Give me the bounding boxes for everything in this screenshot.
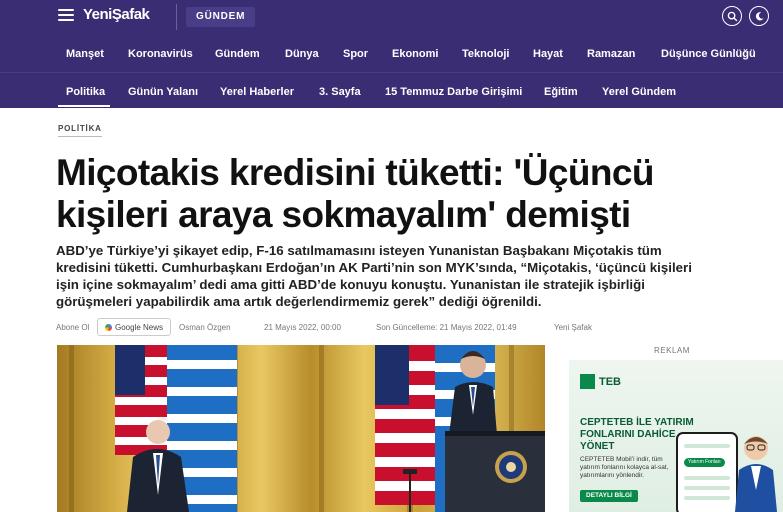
- author-name[interactable]: Osman Özgen: [179, 323, 231, 332]
- nav-item-gundem[interactable]: Gündem: [215, 34, 260, 72]
- nav-item-koronavirus[interactable]: Koronavirüs: [128, 34, 193, 72]
- article-source: Yeni Şafak: [554, 323, 592, 332]
- moon-icon[interactable]: [749, 6, 769, 26]
- follow-label: Abone Ol: [56, 323, 90, 332]
- subnav-item-egitim[interactable]: Eğitim: [544, 73, 578, 109]
- primary-nav: Manşet Koronavirüs Gündem Dünya Spor Eko…: [0, 34, 783, 72]
- google-news-label: Google News: [115, 322, 164, 332]
- mascot-illustration: [735, 436, 777, 512]
- subnav-item-15-temmuz[interactable]: 15 Temmuz Darbe Girişimi: [385, 73, 522, 109]
- ad-cta-button[interactable]: DETAYLI BİLGİ: [580, 490, 638, 502]
- article-title: Miçotakis kredisini tüketti: 'Üçüncü kiş…: [56, 152, 654, 235]
- nav-item-hayat[interactable]: Hayat: [533, 34, 563, 72]
- publish-date: 21 Mayıs 2022, 00:00: [264, 323, 341, 332]
- site-logo[interactable]: YeniŞafak: [83, 6, 150, 23]
- nav-item-dunya[interactable]: Dünya: [285, 34, 319, 72]
- subnav-item-politika[interactable]: Politika: [66, 73, 105, 109]
- article-category[interactable]: POLİTİKA: [58, 124, 102, 137]
- menu-icon[interactable]: [58, 9, 74, 23]
- article-meta: Abone Ol Google News Osman Özgen 21 Mayı…: [56, 318, 756, 336]
- nav-item-ekonomi[interactable]: Ekonomi: [392, 34, 438, 72]
- nav-active-indicator: [0, 34, 783, 36]
- nav-item-teknoloji[interactable]: Teknoloji: [462, 34, 509, 72]
- teb-brand: TEB: [599, 375, 621, 388]
- header-divider: [176, 4, 177, 30]
- photo-illustration: [69, 345, 545, 512]
- phone-tag: Yatırım Fonları: [684, 458, 725, 467]
- article-summary: ABD’ye Türkiye’yi şikayet edip, F-16 sat…: [56, 243, 692, 309]
- teb-logo-icon: [580, 374, 595, 389]
- us-flag-right: [375, 345, 435, 505]
- top-header: YeniŞafak GÜNDEM: [0, 0, 783, 34]
- updated-date: Son Güncelleme: 21 Mayıs 2022, 01:49: [376, 323, 517, 332]
- nav-item-dusunce-gunlugu[interactable]: Düşünce Günlüğü: [661, 34, 756, 72]
- ad-body: CEPTETEB Mobil’i indir, tüm yatırım fonl…: [580, 456, 669, 479]
- google-news-button[interactable]: Google News: [97, 318, 172, 336]
- section-badge[interactable]: GÜNDEM: [186, 7, 256, 27]
- search-icon[interactable]: [722, 6, 742, 26]
- subnav-item-yerel-haberler[interactable]: Yerel Haberler: [220, 73, 294, 109]
- article-photo[interactable]: [57, 345, 545, 512]
- nav-item-ramazan[interactable]: Ramazan: [587, 34, 635, 72]
- podium: [445, 431, 545, 512]
- subnav-item-3-sayfa[interactable]: 3. Sayfa: [319, 73, 361, 109]
- google-icon: [105, 323, 112, 331]
- nav-item-manset[interactable]: Manşet: [66, 34, 104, 72]
- teb-logo: TEB: [580, 374, 621, 389]
- subnav-item-yerel-gundem[interactable]: Yerel Gündem: [602, 73, 676, 109]
- subnav-item-gunun-yalani[interactable]: Günün Yalanı: [128, 73, 198, 109]
- secondary-nav: Politika Günün Yalanı Yerel Haberler 3. …: [0, 72, 783, 108]
- nav-item-spor[interactable]: Spor: [343, 34, 368, 72]
- ad-label: REKLAM: [654, 346, 690, 355]
- advertisement[interactable]: TEB CEPTETEB İLE YATIRIM FONLARINI DAHİC…: [569, 360, 783, 512]
- subnav-active-indicator: [58, 105, 110, 107]
